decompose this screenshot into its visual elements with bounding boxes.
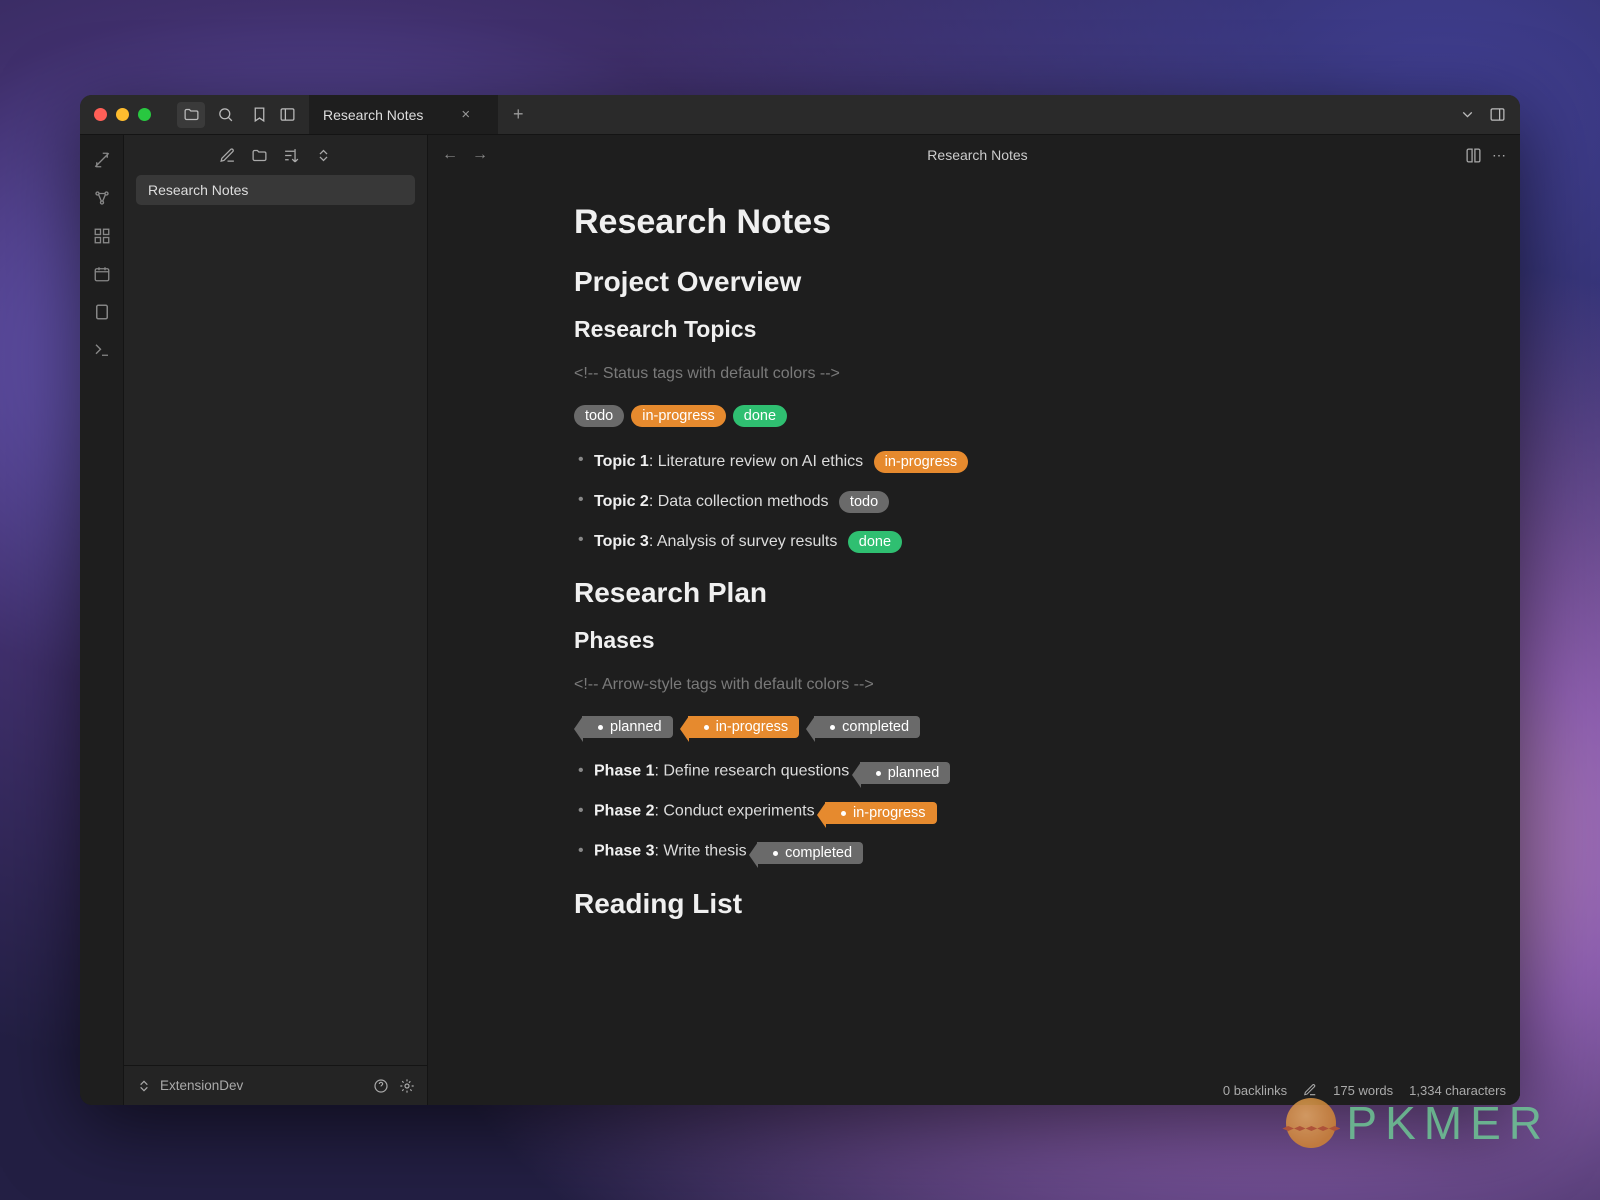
arrow-tag-row: planned in-progress completed bbox=[574, 716, 1374, 738]
topics-list: Topic 1: Literature review on AI ethics … bbox=[574, 451, 1374, 553]
graph-icon[interactable] bbox=[87, 183, 117, 213]
sidebar-toolbar bbox=[124, 135, 427, 175]
comment-status-tags: <!-- Status tags with default colors --> bbox=[574, 365, 1374, 383]
status-tag-row: todo in-progress done bbox=[574, 405, 1374, 427]
tag-in-progress[interactable]: in-progress bbox=[631, 405, 726, 427]
templates-icon[interactable] bbox=[87, 297, 117, 327]
titlebar-left-icons bbox=[177, 102, 273, 128]
titlebar-right-icons bbox=[1456, 104, 1520, 126]
document: Research Notes Project Overview Research… bbox=[574, 185, 1374, 1055]
new-tab-button[interactable]: + bbox=[499, 104, 538, 125]
help-icon[interactable] bbox=[373, 1078, 389, 1094]
nav-back-icon[interactable]: ← bbox=[440, 146, 460, 164]
tab-research-notes[interactable]: Research Notes × bbox=[309, 95, 499, 134]
sidebar-footer: ExtensionDev bbox=[124, 1065, 427, 1105]
doc-h1: Research Notes bbox=[574, 203, 1374, 242]
more-menu-icon[interactable]: ⋯ bbox=[1492, 147, 1508, 164]
daily-note-icon[interactable] bbox=[87, 259, 117, 289]
app-body: Research Notes ExtensionDev ← → Research… bbox=[80, 135, 1520, 1105]
reading-mode-icon[interactable] bbox=[1465, 147, 1482, 164]
maximize-window[interactable] bbox=[138, 108, 151, 121]
doc-h2-overview: Project Overview bbox=[574, 266, 1374, 298]
minimize-window[interactable] bbox=[116, 108, 129, 121]
command-icon[interactable] bbox=[87, 335, 117, 365]
left-panel-toggle-icon[interactable] bbox=[273, 102, 301, 128]
titlebar: Research Notes × + bbox=[80, 95, 1520, 135]
bookmark-icon[interactable] bbox=[245, 102, 273, 128]
list-item: Topic 3: Analysis of survey results done bbox=[594, 531, 1374, 553]
editor-content[interactable]: Research Notes Project Overview Research… bbox=[428, 175, 1520, 1105]
tab-close-icon[interactable]: × bbox=[461, 106, 470, 123]
collapse-icon[interactable] bbox=[313, 144, 335, 166]
arrow-tag-in-progress[interactable]: in-progress bbox=[688, 716, 800, 738]
doc-h2-plan: Research Plan bbox=[574, 577, 1374, 609]
app-window: Research Notes × + R bbox=[80, 95, 1520, 1105]
doc-h3-phases: Phases bbox=[574, 627, 1374, 654]
tab-label: Research Notes bbox=[323, 107, 423, 123]
right-panel-toggle-icon[interactable] bbox=[1486, 104, 1508, 126]
close-window[interactable] bbox=[94, 108, 107, 121]
vault-name[interactable]: ExtensionDev bbox=[160, 1078, 243, 1093]
arrow-tag-planned[interactable]: planned bbox=[582, 716, 673, 738]
editor-header: ← → Research Notes ⋯ bbox=[428, 135, 1520, 175]
inline-tag[interactable]: todo bbox=[839, 491, 889, 513]
doc-h2-reading: Reading List bbox=[574, 888, 1374, 920]
list-item: Phase 2: Conduct experiments in-progress bbox=[594, 802, 1374, 824]
comment-arrow-tags: <!-- Arrow-style tags with default color… bbox=[574, 676, 1374, 694]
new-note-icon[interactable] bbox=[217, 144, 239, 166]
phases-list: Phase 1: Define research questions plann… bbox=[574, 762, 1374, 864]
editor-title[interactable]: Research Notes bbox=[490, 147, 1465, 163]
chevron-down-icon[interactable] bbox=[1456, 104, 1478, 126]
inline-tag[interactable]: in-progress bbox=[874, 451, 969, 473]
list-item: Topic 1: Literature review on AI ethics … bbox=[594, 451, 1374, 473]
watermark-icon bbox=[1286, 1098, 1336, 1148]
traffic-lights bbox=[80, 108, 165, 121]
vault-switch-icon[interactable] bbox=[136, 1078, 152, 1094]
list-item: Phase 1: Define research questions plann… bbox=[594, 762, 1374, 784]
watermark: PKMER bbox=[1286, 1096, 1550, 1150]
file-item-research-notes[interactable]: Research Notes bbox=[136, 175, 415, 205]
settings-icon[interactable] bbox=[399, 1078, 415, 1094]
inline-tag[interactable]: in-progress bbox=[825, 802, 937, 824]
new-folder-icon[interactable] bbox=[249, 144, 271, 166]
nav-forward-icon[interactable]: → bbox=[470, 146, 490, 164]
quick-switcher-icon[interactable] bbox=[87, 145, 117, 175]
arrow-tag-completed[interactable]: completed bbox=[814, 716, 920, 738]
inline-tag[interactable]: planned bbox=[860, 762, 951, 784]
sort-icon[interactable] bbox=[281, 144, 303, 166]
search-icon[interactable] bbox=[211, 102, 239, 128]
file-tree: Research Notes bbox=[124, 175, 427, 1065]
status-backlinks[interactable]: 0 backlinks bbox=[1223, 1083, 1287, 1098]
editor-pane: ← → Research Notes ⋯ Research Notes Proj… bbox=[428, 135, 1520, 1105]
nav-arrows: ← → bbox=[440, 146, 490, 164]
watermark-text: PKMER bbox=[1346, 1096, 1550, 1150]
doc-h3-topics: Research Topics bbox=[574, 316, 1374, 343]
inline-tag[interactable]: done bbox=[848, 531, 902, 553]
inline-tag[interactable]: completed bbox=[757, 842, 863, 864]
tag-done[interactable]: done bbox=[733, 405, 787, 427]
tab-strip: Research Notes × + bbox=[309, 95, 1456, 134]
edit-mode-icon[interactable] bbox=[1303, 1083, 1317, 1097]
ribbon bbox=[80, 135, 124, 1105]
files-icon[interactable] bbox=[177, 102, 205, 128]
sidebar: Research Notes ExtensionDev bbox=[124, 135, 428, 1105]
tag-todo[interactable]: todo bbox=[574, 405, 624, 427]
list-item: Phase 3: Write thesis completed bbox=[594, 842, 1374, 864]
canvas-icon[interactable] bbox=[87, 221, 117, 251]
list-item: Topic 2: Data collection methods todo bbox=[594, 491, 1374, 513]
editor-header-right: ⋯ bbox=[1465, 147, 1508, 164]
